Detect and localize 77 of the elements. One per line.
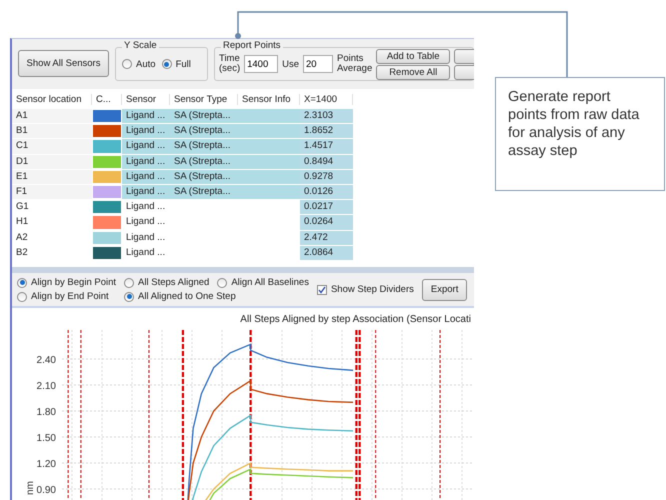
table-cell: 2.3103	[300, 109, 353, 124]
table-cell: Ligand ...	[122, 200, 170, 216]
table-cell: Ligand ...	[122, 184, 170, 200]
table-cell: SA (Strepta...	[170, 154, 238, 170]
show-all-sensors-button[interactable]: Show All Sensors	[18, 50, 110, 77]
column-header[interactable]: C...	[92, 94, 122, 104]
checkmark-icon	[318, 286, 326, 294]
table-cell: Ligand ...	[122, 154, 170, 170]
table-cell	[238, 109, 300, 124]
radio-option[interactable]: Full	[162, 58, 191, 70]
radio-option[interactable]: Align by End Point	[17, 291, 116, 302]
field-label: Use	[282, 58, 300, 70]
callout-text: Generate report points from raw data for analysis of any assay step	[495, 77, 665, 191]
axis-tick-label: 0.90	[36, 485, 56, 496]
table-cell: Ligand ...	[122, 230, 170, 246]
table-cell: 0.8494	[300, 154, 353, 170]
table-cell: 2.0864	[300, 246, 353, 261]
table-cell: Ligand ...	[122, 246, 170, 261]
axis-tick-label: 1.20	[36, 459, 56, 470]
table-cell: Ligand ...	[122, 139, 170, 155]
column-header[interactable]: X=1400	[300, 94, 353, 104]
table-cell: 0.0126	[300, 184, 353, 200]
show-step-dividers-checkbox[interactable]: Show Step Dividers	[316, 284, 414, 295]
table-cell	[238, 139, 300, 155]
table-cell: A1	[12, 109, 92, 124]
group-title: Report Points	[221, 40, 283, 51]
table-cell: SA (Strepta...	[170, 170, 238, 185]
group-title: Y Scale	[122, 40, 159, 51]
column-header[interactable]: Sensor Type	[170, 94, 238, 104]
column-header[interactable]: Sensor location	[12, 94, 92, 104]
radio-option[interactable]: All Aligned to One Step	[124, 291, 309, 302]
column-header[interactable]: Sensor Info	[238, 94, 300, 104]
chart-title: All Steps Aligned by step Association (Sensor Locati	[240, 314, 471, 325]
table-cell: Ligand ...	[122, 109, 170, 124]
table-cell: Ligand ...	[122, 215, 170, 230]
table-cell: A2	[12, 230, 92, 246]
axis-title: nm	[25, 481, 36, 495]
table-cell: B2	[12, 246, 92, 261]
table-cell: 0.0217	[300, 200, 353, 216]
table-cell: SA (Strepta...	[170, 109, 238, 124]
table-cell: SA (Strepta...	[170, 124, 238, 140]
table-cell: G1	[12, 200, 92, 216]
table-cell: H1	[12, 215, 92, 230]
table-cell: 0.0264	[300, 215, 353, 230]
export-button[interactable]: Export	[422, 278, 468, 300]
time-field[interactable]: 1400	[244, 55, 278, 73]
table-cell: Ligand ...	[122, 170, 170, 185]
table-cell: E1	[12, 170, 92, 185]
axis-tick-label: 2.10	[36, 381, 56, 392]
table-cell: 2.472	[300, 230, 353, 246]
column-header[interactable]: Sensor	[122, 94, 170, 104]
field-label: Points Average	[337, 54, 372, 74]
table-cell	[238, 170, 300, 185]
table-cell: SA (Strepta...	[170, 139, 238, 155]
table-cell: 1.8652	[300, 124, 353, 140]
table-cell	[238, 154, 300, 170]
axis-tick-label: 1.50	[36, 433, 56, 444]
table-cell: SA (Strepta...	[170, 184, 238, 200]
table-cell	[238, 184, 300, 200]
table-cell	[238, 124, 300, 140]
table-cell: D1	[12, 154, 92, 170]
table-cell: Ligand ...	[122, 124, 170, 140]
table-cell: 0.9278	[300, 170, 353, 185]
radio-option[interactable]: Align by Begin Point	[17, 277, 116, 288]
field-label: Time (sec)	[219, 54, 240, 74]
table-cell: C1	[12, 139, 92, 155]
radio-option[interactable]: All Steps Aligned	[124, 277, 210, 288]
table-action-button[interactable]: Remove All	[376, 64, 450, 80]
table-action-button[interactable]: Add to Table	[376, 48, 450, 64]
radio-option[interactable]: Align All Baselines	[217, 277, 309, 288]
axis-tick-label: 1.80	[36, 407, 56, 418]
table-cell: F1	[12, 184, 92, 200]
table-cell: B1	[12, 124, 92, 140]
radio-option[interactable]: Auto	[122, 58, 156, 70]
axis-tick-label: 2.40	[36, 355, 56, 366]
table-cell: 1.4517	[300, 139, 353, 155]
points-field[interactable]: 20	[303, 55, 334, 73]
